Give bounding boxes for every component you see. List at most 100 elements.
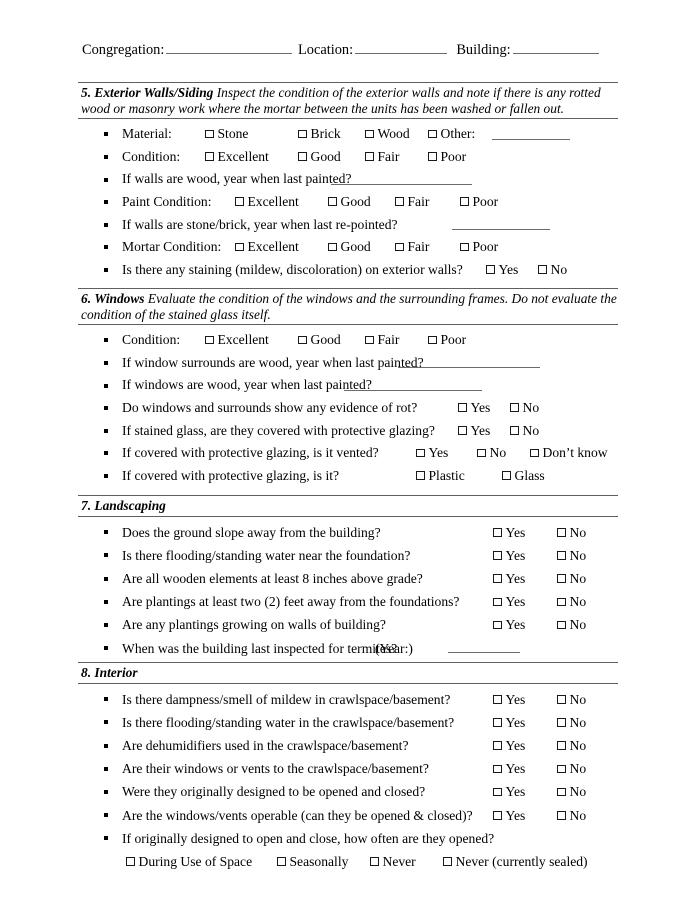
option-good[interactable]: Good — [328, 191, 371, 214]
option-during-use-of-space[interactable]: During Use of Space — [126, 850, 252, 873]
checkbox-icon[interactable] — [298, 335, 307, 345]
checkbox-icon[interactable] — [557, 574, 566, 583]
checkbox-icon[interactable] — [298, 152, 307, 161]
option-no[interactable]: No — [557, 780, 586, 803]
option-no[interactable]: No — [557, 521, 586, 544]
option-poor[interactable]: Poor — [460, 236, 498, 259]
checkbox-icon[interactable] — [235, 242, 244, 252]
option-good[interactable]: Good — [328, 236, 371, 259]
checkbox-icon[interactable] — [460, 242, 469, 252]
checkbox-icon[interactable] — [493, 574, 502, 583]
option-never[interactable]: Never — [370, 850, 416, 873]
option-no[interactable]: No — [510, 420, 539, 443]
checkbox-icon[interactable] — [557, 718, 566, 727]
option-plastic[interactable]: Plastic — [416, 465, 465, 488]
option-yes[interactable]: Yes — [493, 521, 525, 544]
option-excellent[interactable]: Excellent — [235, 191, 299, 214]
checkbox-icon[interactable] — [557, 551, 566, 560]
window-surrounds-painted-input[interactable] — [398, 367, 540, 369]
checkbox-icon[interactable] — [493, 620, 502, 630]
checkbox-icon[interactable] — [205, 129, 214, 139]
checkbox-icon[interactable] — [395, 242, 404, 252]
checkbox-icon[interactable] — [510, 426, 519, 435]
termite-year-input[interactable] — [448, 652, 520, 654]
checkbox-icon[interactable] — [557, 741, 566, 750]
checkbox-icon[interactable] — [370, 857, 379, 866]
checkbox-icon[interactable] — [416, 471, 425, 480]
option-yes[interactable]: Yes — [458, 397, 490, 420]
option-yes[interactable]: Yes — [493, 544, 525, 567]
wood-year-painted-input[interactable] — [331, 183, 472, 185]
checkbox-icon[interactable] — [557, 620, 566, 630]
checkbox-icon[interactable] — [493, 528, 502, 537]
option-fair[interactable]: Fair — [395, 191, 429, 214]
checkbox-icon[interactable] — [493, 695, 502, 704]
checkbox-icon[interactable] — [328, 197, 337, 206]
option-glass[interactable]: Glass — [502, 465, 545, 488]
windows-wood-painted-input[interactable] — [344, 389, 482, 391]
checkbox-icon[interactable] — [493, 597, 502, 607]
option-no[interactable]: No — [557, 544, 586, 567]
checkbox-icon[interactable] — [126, 857, 135, 866]
checkbox-icon[interactable] — [277, 857, 286, 866]
option-no[interactable]: No — [477, 442, 506, 465]
checkbox-icon[interactable] — [493, 787, 502, 797]
checkbox-icon[interactable] — [538, 265, 547, 274]
option-no[interactable]: No — [557, 734, 586, 757]
option-no[interactable]: No — [557, 590, 586, 613]
checkbox-icon[interactable] — [428, 129, 437, 139]
checkbox-icon[interactable] — [557, 695, 566, 704]
checkbox-icon[interactable] — [493, 718, 502, 727]
checkbox-icon[interactable] — [458, 426, 467, 435]
option-yes[interactable]: Yes — [493, 734, 525, 757]
option-yes[interactable]: Yes — [493, 688, 525, 711]
option-poor[interactable]: Poor — [460, 191, 498, 214]
checkbox-icon[interactable] — [365, 335, 374, 345]
option-excellent[interactable]: Excellent — [205, 329, 269, 352]
option-brick[interactable]: Brick — [298, 123, 341, 146]
checkbox-icon[interactable] — [557, 787, 566, 797]
option-no[interactable]: No — [510, 397, 539, 420]
checkbox-icon[interactable] — [365, 129, 374, 139]
option-fair[interactable]: Fair — [395, 236, 429, 259]
option-no[interactable]: No — [557, 567, 586, 590]
checkbox-icon[interactable] — [443, 857, 452, 866]
option-never-currently-sealed[interactable]: Never (currently sealed) — [443, 850, 588, 873]
option-no[interactable]: No — [557, 688, 586, 711]
option-poor[interactable]: Poor — [428, 329, 466, 352]
option-good[interactable]: Good — [298, 329, 341, 352]
checkbox-icon[interactable] — [416, 448, 425, 458]
option-yes[interactable]: Yes — [493, 590, 525, 613]
checkbox-icon[interactable] — [510, 403, 519, 412]
checkbox-icon[interactable] — [428, 152, 437, 161]
option-yes[interactable]: Yes — [493, 780, 525, 803]
congregation-input[interactable] — [166, 40, 293, 54]
checkbox-icon[interactable] — [557, 597, 566, 607]
option-fair[interactable]: Fair — [365, 146, 399, 169]
option-yes[interactable]: Yes — [493, 804, 525, 827]
location-input[interactable] — [355, 40, 448, 54]
option-no[interactable]: No — [557, 757, 586, 780]
option-dont-know[interactable]: Don’t know — [530, 442, 608, 465]
option-poor[interactable]: Poor — [428, 146, 466, 169]
option-stone[interactable]: Stone — [205, 123, 248, 146]
checkbox-icon[interactable] — [205, 152, 214, 161]
option-yes[interactable]: Yes — [458, 420, 490, 443]
checkbox-icon[interactable] — [530, 448, 539, 458]
checkbox-icon[interactable] — [328, 242, 337, 252]
repointed-year-input[interactable] — [452, 229, 550, 231]
option-seasonally[interactable]: Seasonally — [277, 850, 348, 873]
option-no[interactable]: No — [557, 613, 586, 636]
checkbox-icon[interactable] — [428, 335, 437, 345]
other-material-input[interactable] — [492, 138, 570, 140]
checkbox-icon[interactable] — [493, 551, 502, 560]
checkbox-icon[interactable] — [205, 335, 214, 345]
option-yes[interactable]: Yes — [486, 259, 518, 282]
option-good[interactable]: Good — [298, 146, 341, 169]
option-yes[interactable]: Yes — [493, 613, 525, 636]
option-yes[interactable]: Yes — [493, 757, 525, 780]
option-wood[interactable]: Wood — [365, 123, 410, 146]
checkbox-icon[interactable] — [395, 197, 404, 206]
checkbox-icon[interactable] — [235, 197, 244, 206]
checkbox-icon[interactable] — [493, 764, 502, 774]
